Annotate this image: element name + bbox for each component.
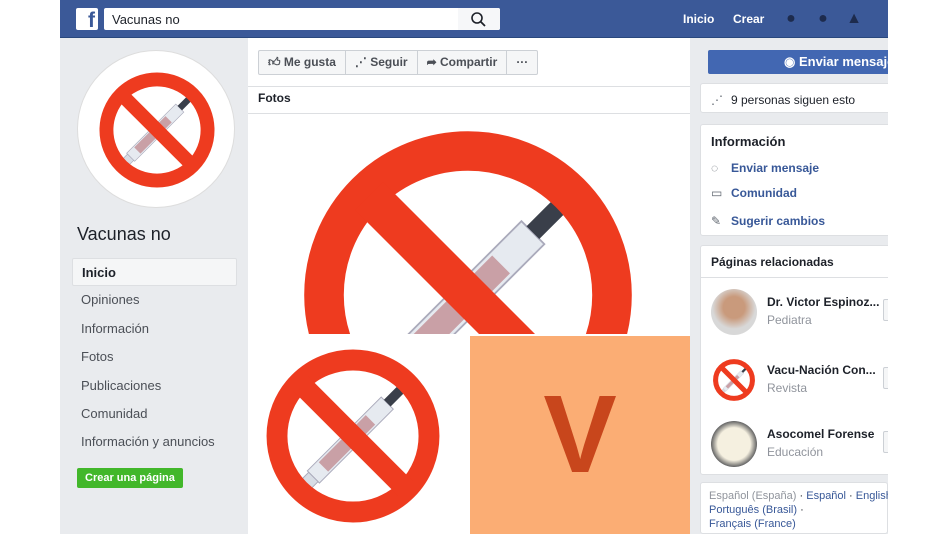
sidebar-item-comunidad[interactable]: Comunidad — [72, 400, 237, 428]
followers-count: 9 personas siguen esto — [731, 93, 856, 107]
facebook-logo[interactable]: f — [76, 8, 98, 30]
photo-2[interactable] — [248, 336, 467, 534]
info-suggest-edits[interactable]: ✎ Sugerir cambios — [711, 214, 825, 228]
info-card: Información ◌ Enviar mensaje ▭ Comunidad ✎… — [700, 124, 888, 236]
page-title[interactable]: Vacunas no — [77, 224, 171, 245]
sidebar-item-inicio[interactable]: Inicio — [72, 258, 237, 287]
like-page-button[interactable] — [883, 431, 888, 453]
rss-icon: ⋰ — [354, 55, 371, 69]
avatar — [711, 289, 757, 335]
friends-icon[interactable]: ● — [782, 10, 800, 28]
nav-home[interactable]: Inicio — [683, 12, 714, 26]
lang-link[interactable]: Español (España) — [709, 490, 796, 502]
search-input[interactable]: Vacunas no — [104, 8, 500, 30]
top-bar: f Vacunas no Inicio Crear ● ● ▲ — [60, 0, 888, 38]
messenger-icon: ◌ — [711, 161, 719, 175]
share-icon: ➦ — [426, 55, 440, 69]
like-page-button[interactable] — [883, 299, 888, 321]
follow-button[interactable]: ⋰ Seguir — [346, 51, 418, 74]
like-button[interactable]: 👍︎ Me gusta — [259, 51, 346, 74]
send-message-button[interactable]: ◉ Enviar mensaje — [708, 50, 888, 74]
search-button[interactable] — [458, 8, 500, 30]
sidebar-item-informacion-anuncios[interactable]: Información y anuncios — [72, 428, 237, 456]
lang-link[interactable]: Français (France) — [709, 517, 796, 531]
lang-link[interactable]: English — [856, 490, 888, 502]
page-profile-picture[interactable] — [77, 50, 235, 208]
info-send-message[interactable]: ◌ Enviar mensaje — [711, 161, 819, 175]
sidebar-item-publicaciones[interactable]: Publicaciones — [72, 372, 237, 400]
send-message-label: Enviar mensaje — [798, 54, 888, 69]
share-button[interactable]: ➦ Compartir — [418, 51, 508, 74]
facebook-page: f Vacunas no Inicio Crear ● ● ▲ Vacunas … — [60, 0, 888, 534]
related-pages-card: Páginas relacionadas Dr. Victor Espinoz.… — [700, 245, 888, 475]
page-actions: 👍︎ Me gusta ⋰ Seguir ➦ Compartir ··· — [258, 50, 539, 75]
photo-letter: V — [543, 373, 617, 496]
right-column: ◉ Enviar mensaje ⋰ 9 personas siguen esto… — [700, 38, 888, 534]
page-menu: Inicio Opiniones Información Fotos Publi… — [72, 258, 237, 457]
more-button[interactable]: ··· — [507, 51, 537, 74]
community-icon: ▭ — [711, 186, 723, 200]
left-sidebar: Vacunas no Inicio Opiniones Información … — [60, 38, 247, 534]
avatar — [711, 357, 757, 403]
create-page-button[interactable]: Crear una página — [77, 468, 183, 488]
lang-link[interactable]: Español — [806, 490, 846, 502]
search-icon — [471, 12, 486, 27]
share-label: Compartir — [439, 55, 498, 69]
like-page-button[interactable] — [883, 367, 888, 389]
like-label: Me gusta — [283, 55, 336, 69]
messenger-icon[interactable]: ● — [814, 10, 832, 28]
photo-main[interactable] — [248, 115, 690, 334]
photos-heading[interactable]: Fotos — [248, 86, 690, 114]
sidebar-item-opiniones[interactable]: Opiniones — [72, 286, 237, 314]
info-title: Información — [711, 134, 786, 149]
follow-label: Seguir — [370, 55, 408, 69]
rss-icon: ⋰ — [711, 93, 723, 107]
photo-3[interactable]: V — [470, 336, 690, 534]
related-title: Páginas relacionadas — [711, 255, 834, 269]
nav-create[interactable]: Crear — [733, 12, 764, 26]
thumbs-up-icon: 👍︎ — [268, 55, 284, 69]
pencil-icon: ✎ — [711, 214, 722, 228]
avatar — [711, 421, 757, 467]
sidebar-item-fotos[interactable]: Fotos — [72, 343, 237, 371]
languages-card: Español (España) · Español · English Por… — [700, 482, 888, 534]
sidebar-item-informacion[interactable]: Información — [72, 315, 237, 343]
messenger-icon: ◉ — [784, 54, 799, 69]
lang-link[interactable]: Português (Brasil) — [709, 504, 797, 516]
notifications-icon[interactable]: ▲ — [845, 10, 863, 28]
info-community[interactable]: ▭ Comunidad — [711, 186, 797, 200]
followers-card: ⋰ 9 personas siguen esto — [700, 83, 888, 113]
main-column: 👍︎ Me gusta ⋰ Seguir ➦ Compartir ··· Fot… — [248, 38, 690, 534]
